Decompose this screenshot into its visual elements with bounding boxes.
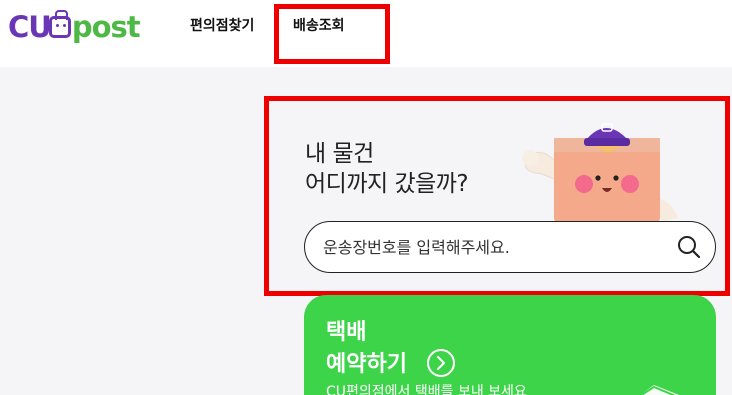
search-icon[interactable] bbox=[676, 234, 702, 260]
arrow-right-icon[interactable] bbox=[426, 348, 456, 378]
reservation-title: 택배 예약하기 bbox=[326, 317, 407, 381]
nav-store-finder[interactable]: 편의점찾기 bbox=[190, 15, 254, 35]
tracking-search-box[interactable] bbox=[304, 221, 716, 273]
parcel-reservation-card[interactable]: 택배 예약하기 CU편의점에서 택배를 보내 보세요 bbox=[304, 295, 716, 395]
logo-cu-text: CU bbox=[8, 9, 52, 44]
logo-box-icon bbox=[48, 10, 71, 38]
headline-line-2: 어디까지 갔을까? bbox=[305, 171, 469, 197]
cu-post-logo[interactable]: CU post bbox=[8, 8, 141, 46]
reservation-subtitle: CU편의점에서 택배를 보내 보세요 bbox=[326, 384, 527, 395]
parcel-box-icon bbox=[639, 385, 679, 395]
reservation-title-line-2: 예약하기 bbox=[326, 352, 407, 377]
tracking-headline: 내 물건 어디까지 갔을까? bbox=[305, 139, 469, 199]
headline-line-1: 내 물건 bbox=[305, 141, 374, 167]
tracking-number-input[interactable] bbox=[323, 236, 663, 258]
reservation-title-line-1: 택배 bbox=[326, 320, 367, 345]
logo-post-text: post bbox=[71, 9, 141, 44]
highlight-box-nav bbox=[274, 4, 390, 64]
